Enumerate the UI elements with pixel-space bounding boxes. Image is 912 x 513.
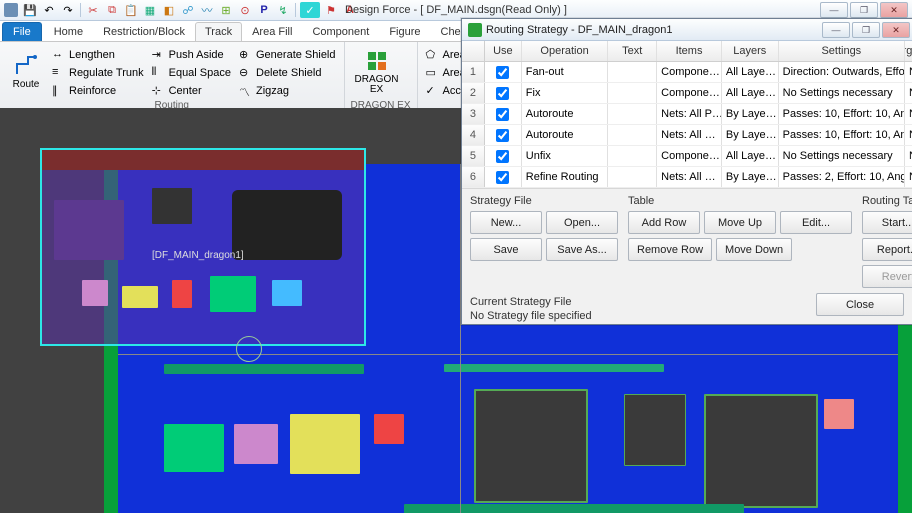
shield-del-icon: ⊖	[239, 66, 253, 80]
accept-icon: ✓	[426, 84, 440, 98]
tab-restriction[interactable]: Restriction/Block	[93, 22, 195, 41]
qat-wave-icon[interactable]: 〰	[199, 2, 215, 18]
addrow-button[interactable]: Add Row	[628, 211, 700, 234]
qat-link-icon[interactable]: ☍	[180, 2, 196, 18]
route-icon	[14, 54, 38, 78]
lengthen-icon: ↔	[52, 48, 66, 62]
save-button[interactable]: Save	[470, 238, 542, 261]
dialog-icon	[468, 23, 482, 37]
tab-component[interactable]: Component	[302, 22, 379, 41]
qat-grid-icon[interactable]: ▦	[142, 2, 158, 18]
reinforce-icon: ∥	[52, 84, 66, 98]
regulate-trunk-button[interactable]: ≡Regulate Trunk	[50, 64, 146, 81]
push-aside-button[interactable]: ⇥Push Aside	[150, 46, 233, 63]
shield-gen-icon: ⊕	[239, 48, 253, 62]
use-checkbox[interactable]	[496, 87, 509, 100]
moveup-button[interactable]: Move Up	[704, 211, 776, 234]
qat-redo-icon[interactable]: ↷	[60, 2, 76, 18]
table-row[interactable]: 2FixCompone…All Laye…No Settings necessa…	[462, 83, 912, 104]
start-button[interactable]: Start...	[862, 211, 912, 234]
revert-button[interactable]: Revert	[862, 265, 912, 288]
equal-space-button[interactable]: ⫴Equal Space	[150, 64, 233, 81]
movedown-button[interactable]: Move Down	[716, 238, 792, 261]
routing-strategy-dialog: Routing Strategy - DF_MAIN_dragon1 — ❐ ✕…	[461, 18, 912, 325]
origin-marker-icon	[236, 336, 262, 362]
dialog-close-button[interactable]: ✕	[882, 22, 910, 38]
use-checkbox[interactable]	[496, 171, 509, 184]
tab-file[interactable]: File	[2, 22, 42, 41]
tab-home[interactable]: Home	[44, 22, 93, 41]
tab-areafill[interactable]: Area Fill	[242, 22, 302, 41]
tab-figure[interactable]: Figure	[379, 22, 430, 41]
close-dialog-button[interactable]: Close	[816, 293, 904, 316]
trunk-icon: ≡	[52, 66, 66, 80]
table-row[interactable]: 5UnfixCompone…All Laye…No Settings neces…	[462, 146, 912, 167]
tab-track[interactable]: Track	[195, 22, 242, 41]
qat-p-button[interactable]: P	[256, 2, 272, 18]
lengthen-button[interactable]: ↔Lengthen	[50, 46, 146, 63]
qat-flag-icon[interactable]: ⚑	[323, 2, 339, 18]
table-row[interactable]: 6Refine RoutingNets: All …By Laye…Passes…	[462, 167, 912, 188]
qat-pin-icon[interactable]: ⊙	[237, 2, 253, 18]
center-icon: ⊹	[152, 84, 166, 98]
table-row[interactable]: 4AutorouteNets: All …By Laye…Passes: 10,…	[462, 125, 912, 146]
generate-shield-button[interactable]: ⊕Generate Shield	[237, 46, 338, 63]
close-button[interactable]: ✕	[880, 2, 908, 18]
qat-layers-icon[interactable]: ◧	[161, 2, 177, 18]
qat-cut-icon[interactable]: ✂	[85, 2, 101, 18]
qat-route-icon[interactable]: ↯	[275, 2, 291, 18]
use-checkbox[interactable]	[496, 66, 509, 79]
push-icon: ⇥	[152, 48, 166, 62]
qat-undo-icon[interactable]: ↶	[41, 2, 57, 18]
ribbon-group-dragonex: DRAGON EX DRAGON EX	[345, 42, 418, 112]
equalspace-icon: ⫴	[152, 66, 166, 80]
polygon-icon: ⬠	[426, 48, 440, 62]
dialog-maximize-button[interactable]: ❐	[852, 22, 880, 38]
use-checkbox[interactable]	[496, 129, 509, 142]
rect-icon: ▭	[426, 66, 440, 80]
ribbon-group-routing: Route ↔Lengthen ≡Regulate Trunk ∥Reinfor…	[0, 42, 345, 112]
reinforce-button[interactable]: ∥Reinforce	[50, 82, 146, 99]
board-label-1: [DF_MAIN_dragon1]	[152, 250, 244, 261]
removerow-button[interactable]: Remove Row	[628, 238, 712, 261]
qat-save-icon[interactable]: 💾	[22, 2, 38, 18]
qat-copy-icon[interactable]: ⧉	[104, 2, 120, 18]
table-row[interactable]: 1Fan-outCompone…All Laye…Direction: Outw…	[462, 62, 912, 83]
strategy-file-group: Strategy File New... Open... Save Save A…	[470, 195, 618, 288]
dragon-ex-button[interactable]: DRAGON EX	[351, 44, 403, 100]
saveas-button[interactable]: Save As...	[546, 238, 618, 261]
report-button[interactable]: Report...	[862, 238, 912, 261]
edit-button[interactable]: Edit...	[780, 211, 852, 234]
center-button[interactable]: ⊹Center	[150, 82, 233, 99]
dragon-icon	[365, 49, 389, 73]
use-checkbox[interactable]	[496, 108, 509, 121]
route-button[interactable]: Route	[6, 44, 46, 100]
qat-check-icon[interactable]: ✓	[300, 2, 320, 18]
qat-net-icon[interactable]: ⊞	[218, 2, 234, 18]
use-checkbox[interactable]	[496, 150, 509, 163]
zigzag-icon: 〽	[239, 84, 253, 98]
table-row[interactable]: 3AutorouteNets: All P…By Laye…Passes: 10…	[462, 104, 912, 125]
qat-a-button[interactable]: A	[342, 2, 358, 18]
open-button[interactable]: Open...	[546, 211, 618, 234]
zigzag-button[interactable]: 〽Zigzag	[237, 82, 338, 99]
strategy-table: Use Operation Text Items Layers Settings…	[462, 41, 912, 189]
selection-rectangle: [DF_MAIN_dragon1]	[40, 148, 366, 346]
dialog-minimize-button[interactable]: —	[822, 22, 850, 38]
maximize-button[interactable]: ❐	[850, 2, 878, 18]
qat-paste-icon[interactable]: 📋	[123, 2, 139, 18]
app-icon	[4, 3, 18, 17]
minimize-button[interactable]: —	[820, 2, 848, 18]
quick-access-toolbar: 💾 ↶ ↷ ✂ ⧉ 📋 ▦ ◧ ☍ 〰 ⊞ ⊙ P ↯ ✓ ⚑ A	[22, 2, 358, 18]
new-button[interactable]: New...	[470, 211, 542, 234]
delete-shield-button[interactable]: ⊖Delete Shield	[237, 64, 338, 81]
table-group: Table Add Row Move Up Edit... Remove Row…	[628, 195, 852, 288]
routing-tasks-group: Routing Tasks Start... Options... Report…	[862, 195, 912, 288]
